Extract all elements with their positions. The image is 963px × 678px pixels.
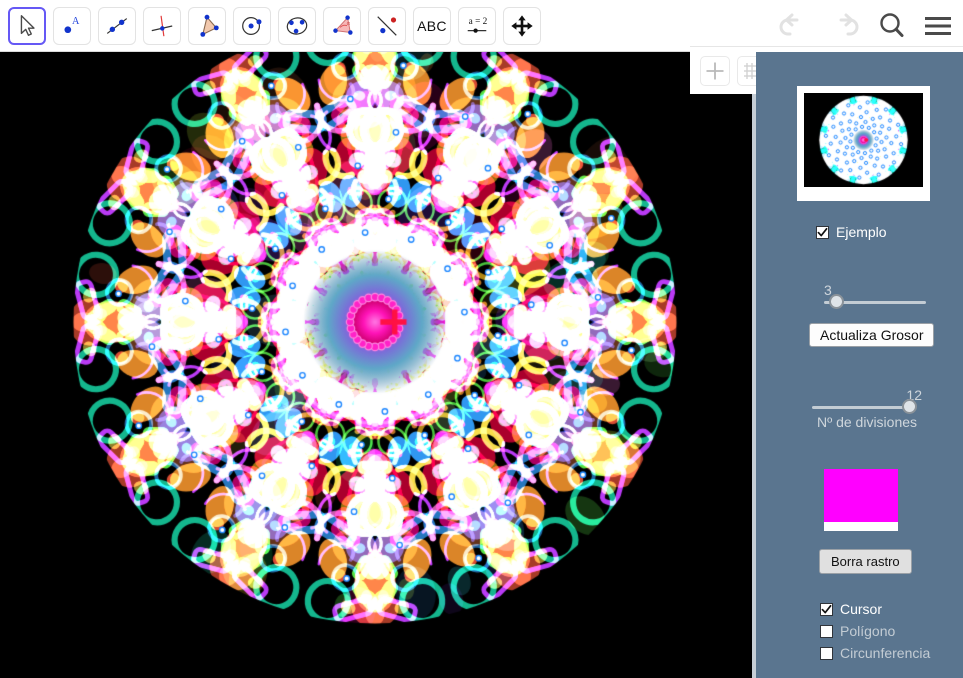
svg-text:A: A (72, 16, 80, 27)
move-graphics-icon (509, 13, 535, 39)
perpendicular-icon (149, 13, 175, 39)
slider-divisiones: 12 Nº de divisiones (812, 387, 922, 430)
move-tool[interactable] (8, 6, 46, 45)
checkbox-poligono-label: Polígono (840, 623, 896, 639)
slider-tool[interactable]: a = 2 (458, 6, 496, 45)
checkbox-circunferencia[interactable]: Circunferencia (820, 645, 930, 661)
pan-tool[interactable] (503, 6, 541, 45)
polygon-icon (194, 13, 220, 39)
main-toolbar: Aα ABC a = 2 (0, 0, 963, 52)
svg-text:α: α (347, 20, 351, 27)
text-tool[interactable]: ABC (413, 6, 451, 45)
geogebra-app: Aα ABC a = 2 Ejemplo 3 Actualiza Grosor … (0, 0, 963, 678)
slider-divisiones-track[interactable] (812, 399, 918, 414)
axes-toggle-button[interactable] (700, 55, 730, 86)
redo-button[interactable] (827, 13, 861, 39)
mandala-thumbnail (804, 93, 923, 187)
svg-text:a = 2: a = 2 (469, 17, 488, 27)
checkbox-unchecked-icon (820, 624, 833, 638)
angle-tool[interactable]: α (323, 6, 361, 45)
toolbar-right-actions (777, 0, 953, 52)
polygon-tool[interactable] (188, 6, 226, 45)
slider-grosor-knob[interactable] (828, 294, 844, 309)
point-tool[interactable]: A (53, 6, 91, 45)
checkbox-unchecked-icon (820, 646, 833, 660)
tool-list: Aα ABC a = 2 (0, 6, 541, 45)
actualiza-grosor-button[interactable]: Actualiza Grosor (809, 323, 935, 347)
point-a-icon: A (59, 13, 85, 39)
borra-rastro-button[interactable]: Borra rastro (819, 549, 912, 574)
slider-grosor: 3 (818, 282, 926, 309)
slider-divisiones-caption: Nº de divisiones (816, 414, 918, 430)
graphics-view[interactable] (0, 52, 752, 678)
checkbox-cursor-label: Cursor (840, 601, 883, 617)
undo-button[interactable] (777, 13, 811, 39)
ellipse-points-icon (284, 13, 310, 39)
menu-button[interactable] (923, 14, 953, 38)
slider-grosor-track[interactable] (824, 294, 926, 309)
angle-icon: α (329, 13, 355, 39)
slider-divisiones-knob[interactable] (902, 399, 918, 414)
checkbox-checked-icon (820, 602, 833, 616)
checkbox-poligono[interactable]: Polígono (820, 623, 930, 639)
line-tool[interactable] (98, 6, 136, 45)
perpendicular-line-tool[interactable] (143, 6, 181, 45)
reflect-line-icon (374, 13, 400, 39)
line-two-points-icon (104, 13, 130, 39)
search-button[interactable] (877, 11, 907, 41)
conic-tool[interactable] (278, 6, 316, 45)
mandala-artwork[interactable] (0, 52, 752, 678)
checkbox-ejemplo[interactable]: Ejemplo (816, 224, 887, 240)
checkbox-ejemplo-label: Ejemplo (836, 224, 887, 240)
abc-icon: ABC (417, 17, 447, 34)
reflect-tool[interactable] (368, 6, 406, 45)
checkbox-circunferencia-label: Circunferencia (840, 645, 931, 661)
trace-color-swatch[interactable] (824, 469, 898, 531)
control-sidebar: Ejemplo 3 Actualiza Grosor 12 Nº de divi… (756, 52, 963, 678)
arrow-cursor-icon (14, 13, 40, 39)
circle-center-icon (239, 13, 265, 39)
mandala-thumbnail-frame (797, 86, 930, 201)
checkbox-cursor[interactable]: Cursor (820, 601, 930, 617)
slider-a2-icon: a = 2 (464, 13, 490, 39)
circle-tool[interactable] (233, 6, 271, 45)
bottom-checkbox-list: Cursor Polígono Circunferencia (820, 601, 930, 661)
checkbox-checked-icon (816, 225, 829, 239)
